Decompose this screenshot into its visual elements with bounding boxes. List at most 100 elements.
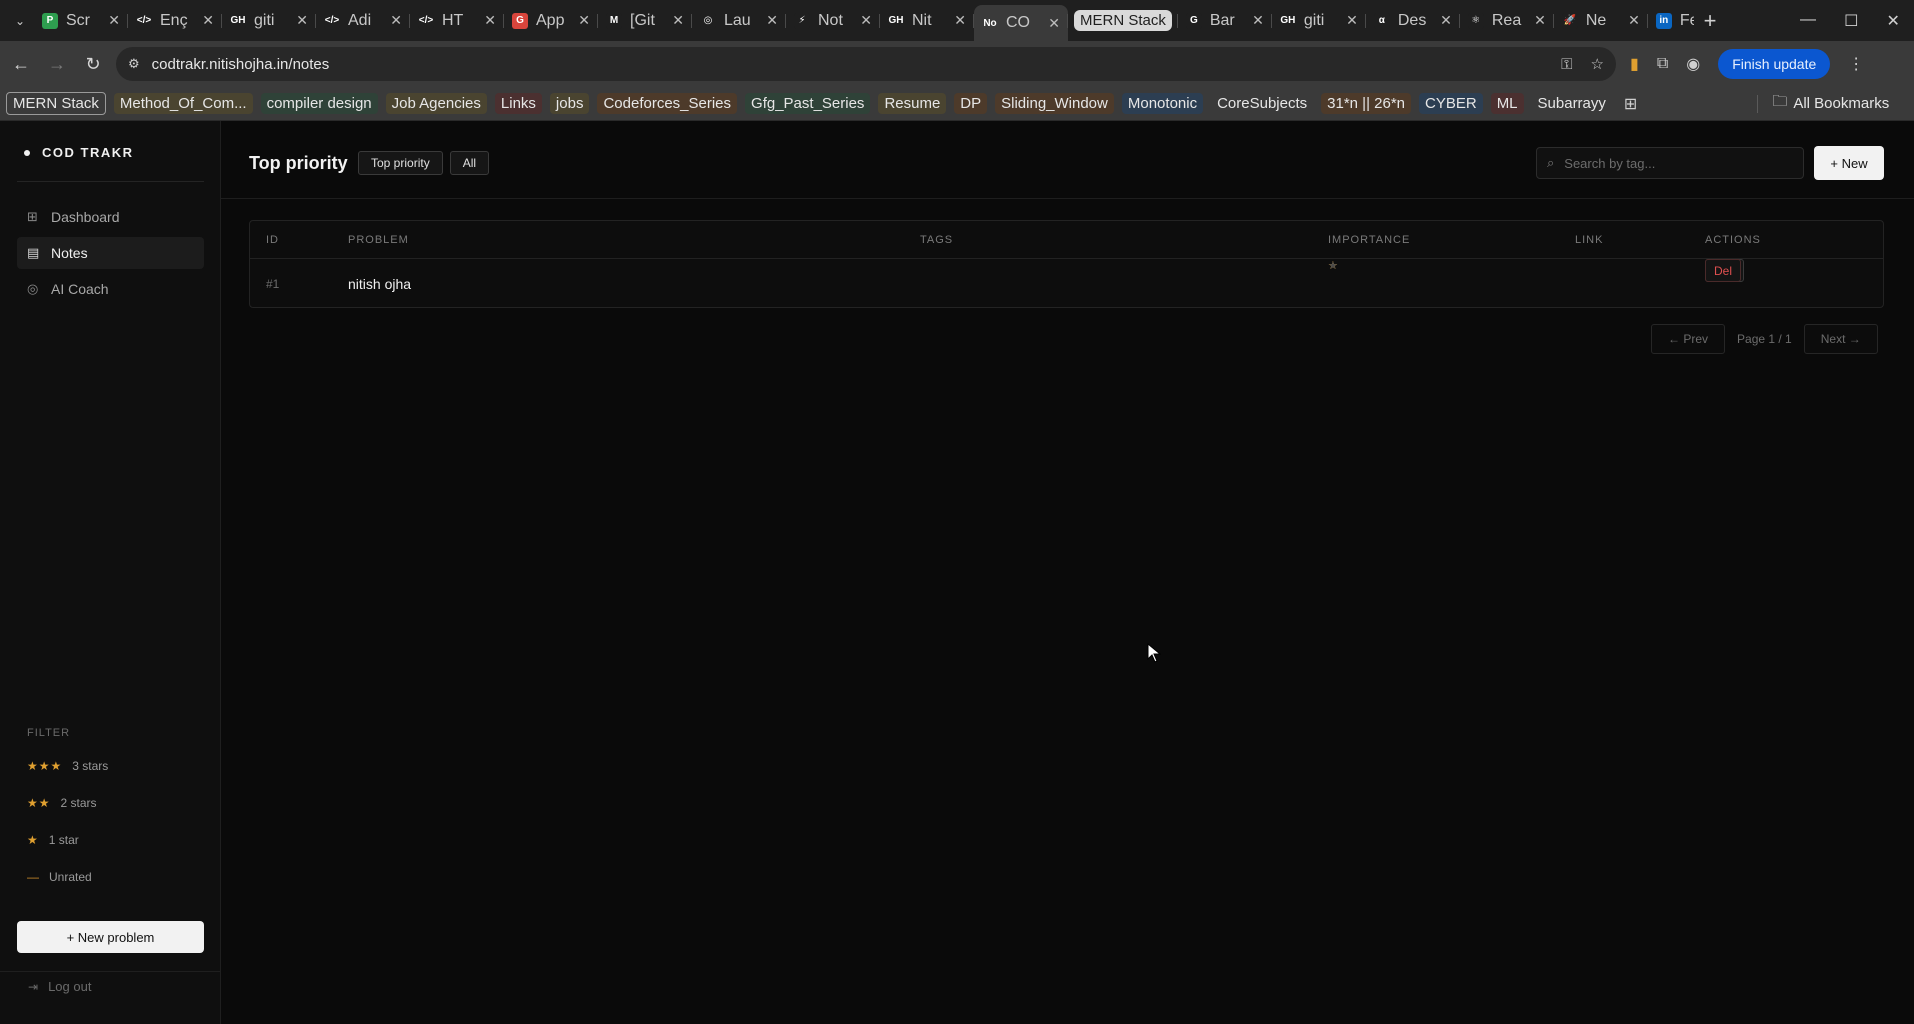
sidebar: COD TRAKR ⊞ Dashboard ▤ Notes ◎ AI Coach FILT…: [0, 121, 221, 1024]
bookmark-item[interactable]: Sliding_Window: [995, 93, 1114, 114]
tab-close-icon[interactable]: ✕: [672, 12, 684, 29]
tab-close-icon[interactable]: ✕: [390, 12, 402, 29]
tab-close-icon[interactable]: ✕: [1252, 12, 1264, 29]
tab-group-mern-stack[interactable]: MERN Stack: [1068, 5, 1178, 37]
bookmark-item[interactable]: jobs: [549, 93, 590, 114]
password-key-icon[interactable]: ⚿: [1561, 56, 1572, 73]
bookmark-item[interactable]: Gfg_Past_Series: [745, 93, 871, 114]
tab-close-icon[interactable]: ✕: [954, 12, 966, 29]
bookmark-item[interactable]: Subarrayy: [1532, 93, 1612, 114]
address-bar[interactable]: ⚙ codtrakr.nitishojha.in/notes ⚿ ☆: [116, 47, 1616, 81]
bookmark-item[interactable]: CYBER: [1419, 93, 1483, 114]
filter-item[interactable]: — Unrated: [27, 858, 108, 895]
tab-close-icon[interactable]: ✕: [202, 12, 214, 29]
filter-item[interactable]: ★ 1 star: [27, 821, 108, 858]
browser-tab[interactable]: ⚡ Not ✕: [786, 5, 880, 37]
tab-close-icon[interactable]: ✕: [296, 12, 308, 29]
tab-close-icon[interactable]: ✕: [484, 12, 496, 29]
bookmark-item[interactable]: Method_Of_Com...: [113, 93, 253, 114]
browser-tab[interactable]: </> HT ✕: [410, 5, 504, 37]
brand-name: COD TRAKR: [42, 145, 134, 160]
tab-title: [Git: [630, 11, 655, 29]
tab-close-icon[interactable]: ✕: [1346, 12, 1358, 29]
tab-close-icon[interactable]: ✕: [578, 12, 590, 29]
filter-item[interactable]: ★★ 2 stars: [27, 784, 108, 821]
browser-tab[interactable]: GH Nit ✕: [880, 5, 974, 37]
tab-close-icon[interactable]: ✕: [860, 12, 872, 29]
tab-close-icon[interactable]: ✕: [766, 12, 778, 29]
tab-favicon-icon: GH: [888, 12, 904, 29]
bookmark-item[interactable]: DP: [954, 93, 988, 114]
finish-update-button[interactable]: Finish update: [1718, 49, 1831, 79]
bookmark-star-icon[interactable]: ☆: [1591, 55, 1604, 73]
browser-tab[interactable]: ◎ Lau ✕: [692, 5, 786, 37]
extension-chart-icon[interactable]: ▮: [1630, 54, 1639, 74]
new-tab-button[interactable]: +: [1694, 5, 1726, 37]
logout-button[interactable]: ⇥ Log out: [28, 979, 91, 994]
chip-top-priority[interactable]: Top priority: [358, 151, 443, 175]
browser-tab[interactable]: </> Enç ✕: [128, 5, 222, 37]
browser-tab[interactable]: </> Adi ✕: [316, 5, 410, 37]
browser-tab[interactable]: P Scr ✕: [34, 5, 128, 37]
browser-tab[interactable]: ⚛ Rea ✕: [1460, 5, 1554, 37]
sidebar-item-notes[interactable]: ▤ Notes: [17, 237, 204, 269]
bookmark-item[interactable]: Job Agencies: [385, 93, 487, 114]
tab-close-icon[interactable]: ✕: [108, 12, 120, 29]
url-text[interactable]: codtrakr.nitishojha.in/notes: [152, 56, 1543, 73]
tab-search-chevron-icon[interactable]: ⌄: [6, 7, 34, 35]
browser-tab[interactable]: G App ✕: [504, 5, 598, 37]
browser-tab[interactable]: G Bar ✕: [1178, 5, 1272, 37]
bookmark-item[interactable]: compiler design: [260, 93, 378, 114]
tag-search-box[interactable]: ⌕: [1536, 147, 1804, 179]
bookmark-item[interactable]: Codeforces_Series: [597, 93, 738, 114]
apps-grid-icon[interactable]: ⊞: [1624, 94, 1637, 114]
next-page-button[interactable]: Next →: [1803, 324, 1878, 354]
forward-arrow-icon[interactable]: →: [42, 49, 72, 79]
browser-tab[interactable]: M [Git ✕: [598, 5, 692, 37]
bookmark-item[interactable]: Monotonic: [1121, 93, 1204, 114]
bookmark-item[interactable]: CoreSubjects: [1211, 93, 1313, 114]
new-problem-button[interactable]: + New problem: [17, 921, 204, 953]
minimize-icon[interactable]: —: [1800, 11, 1816, 31]
browser-tab[interactable]: No CO ✕: [974, 5, 1068, 41]
chip-all[interactable]: All: [449, 151, 490, 175]
filter-label: 1 star: [48, 832, 79, 847]
filter-item[interactable]: ★★★ 3 stars: [27, 747, 108, 784]
browser-tab[interactable]: GH giti ✕: [1272, 5, 1366, 37]
reload-icon[interactable]: ↻: [78, 49, 108, 79]
bookmark-item[interactable]: MERN Stack: [6, 92, 106, 115]
profile-avatar-icon[interactable]: ◉: [1686, 54, 1700, 74]
all-bookmarks-label: All Bookmarks: [1793, 95, 1890, 112]
bookmark-item[interactable]: 31*n || 26*n: [1321, 93, 1411, 114]
close-window-icon[interactable]: ✕: [1887, 11, 1900, 31]
bookmark-item[interactable]: ML: [1490, 93, 1524, 114]
back-arrow-icon[interactable]: ←: [6, 49, 36, 79]
tab-favicon-icon: in: [1655, 12, 1672, 29]
kebab-menu-icon[interactable]: ⋮: [1848, 54, 1864, 74]
row-problem[interactable]: nitish ojha: [348, 259, 411, 308]
sidebar-item-ai-coach[interactable]: ◎ AI Coach: [17, 273, 204, 305]
tab-close-icon[interactable]: ✕: [1628, 12, 1640, 29]
table-row[interactable]: #1nitish ojha★★★EditDel: [250, 259, 1883, 308]
site-info-icon[interactable]: ⚙: [128, 56, 140, 72]
sidebar-item-dashboard[interactable]: ⊞ Dashboard: [17, 201, 204, 233]
new-button[interactable]: + New: [1814, 146, 1884, 180]
tab-favicon-icon: P: [42, 12, 58, 29]
all-bookmarks-button[interactable]: 🗀 All Bookmarks: [1772, 91, 1889, 116]
browser-tab[interactable]: 🚀 Ne ✕: [1554, 5, 1648, 37]
tab-close-icon[interactable]: ✕: [1440, 12, 1452, 29]
tab-close-icon[interactable]: ✕: [1048, 15, 1060, 32]
bookmark-item[interactable]: Links: [494, 93, 542, 114]
browser-tab[interactable]: inFee✕: [1648, 5, 1694, 37]
browser-tab[interactable]: α Des ✕: [1366, 5, 1460, 37]
pagination: ← Prev Page 1 / 1 Next →: [1651, 324, 1878, 354]
maximize-icon[interactable]: ☐: [1844, 11, 1858, 31]
browser-tab[interactable]: GH giti ✕: [222, 5, 316, 37]
prev-page-button[interactable]: ← Prev: [1651, 324, 1726, 354]
extensions-puzzle-icon[interactable]: ⧉: [1657, 55, 1668, 73]
search-input[interactable]: [1564, 155, 1785, 171]
delete-button[interactable]: Del: [1705, 259, 1742, 282]
tab-close-icon[interactable]: ✕: [1534, 12, 1546, 29]
brand[interactable]: COD TRAKR: [24, 145, 134, 160]
bookmark-item[interactable]: Resume: [878, 93, 947, 114]
